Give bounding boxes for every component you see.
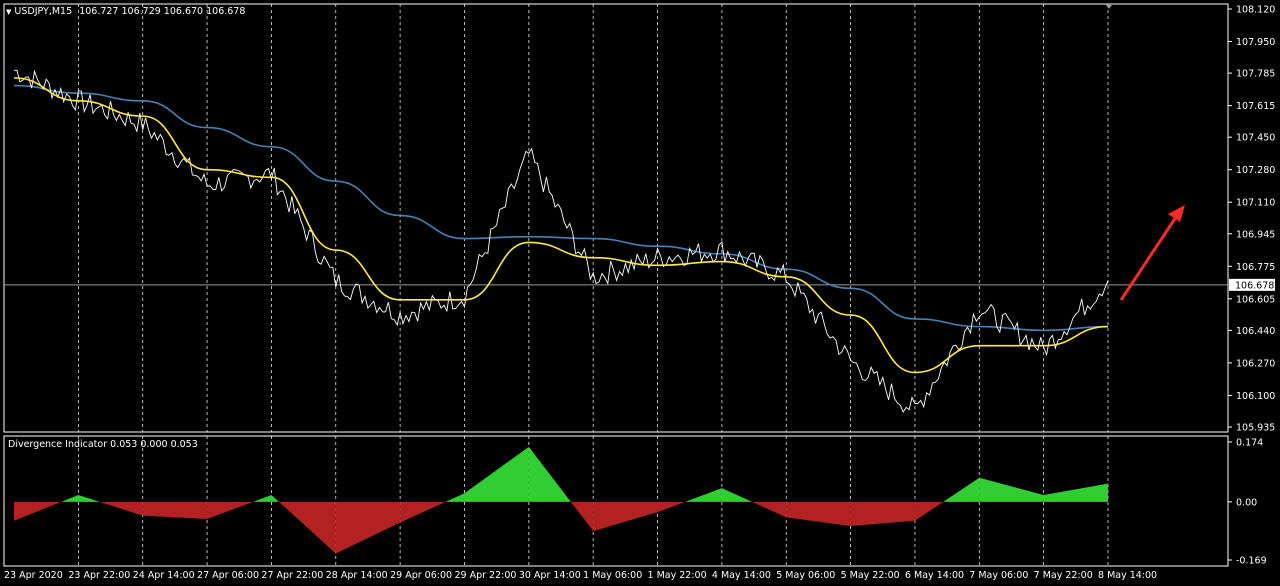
histogram-segment xyxy=(528,446,571,502)
y-tick-label: 105.935 xyxy=(1236,423,1275,434)
y-tick-label: 107.450 xyxy=(1236,133,1275,144)
y-tick-label: 107.110 xyxy=(1236,198,1275,209)
symbol-label: USDJPY,M15 xyxy=(14,6,73,17)
histogram-segment xyxy=(207,501,254,520)
indicator-y-tick-label: -0.169 xyxy=(1236,556,1267,567)
x-tick-label: 1 May 22:00 xyxy=(648,570,707,581)
indicator-header: Divergence Indicator 0.053 0.000 0.053 xyxy=(8,439,198,450)
histogram-segment xyxy=(914,501,944,521)
histogram-segment xyxy=(271,494,279,502)
x-tick-label: 23 Apr 2020 xyxy=(4,570,63,581)
slow-ma-line xyxy=(13,84,1109,332)
histogram-segment xyxy=(850,501,915,526)
histogram-segment xyxy=(752,501,787,518)
x-tick-label: 7 May 22:00 xyxy=(1034,570,1093,581)
y-tick-label: 107.615 xyxy=(1236,101,1275,112)
y-tick-label: 106.775 xyxy=(1236,262,1275,273)
histogram-segment xyxy=(943,477,980,502)
histogram-segment xyxy=(253,494,272,502)
histogram-segment xyxy=(78,494,100,502)
y-tick-label: 106.440 xyxy=(1236,326,1275,337)
y-tick-label: 106.270 xyxy=(1236,358,1275,369)
y-tick-label: 107.950 xyxy=(1236,37,1275,48)
x-tick-label: 8 May 14:00 xyxy=(1098,570,1157,581)
histogram-segment xyxy=(445,493,465,502)
x-tick-label: 23 Apr 22:00 xyxy=(68,570,130,581)
ohlc-values: 106.727 106.729 106.670 106.678 xyxy=(79,6,246,17)
x-tick-label: 29 Apr 06:00 xyxy=(390,570,452,581)
indicator-title: Divergence Indicator 0.053 0.000 0.053 xyxy=(8,439,198,450)
y-tick-label: 108.120 xyxy=(1236,5,1275,16)
histogram-segment xyxy=(657,501,686,513)
x-tick-label: 27 Apr 06:00 xyxy=(197,570,259,581)
y-tick-label: 106.945 xyxy=(1236,229,1275,240)
x-tick-label: 7 May 06:00 xyxy=(969,570,1028,581)
histogram-segment xyxy=(335,501,401,554)
y-tick-label: 107.280 xyxy=(1236,165,1275,176)
indicator-y-tick-label: 0.174 xyxy=(1236,438,1263,449)
collapse-triangle-icon[interactable]: ▼ xyxy=(6,8,11,16)
chart-root: 23 Apr 2020 23 Apr 22:00 24 Apr 14:00 27 Ap… xyxy=(3,3,1275,581)
histogram-segment xyxy=(278,501,336,554)
trend-arrow-shaft xyxy=(1119,213,1180,301)
histogram-segment xyxy=(14,501,62,521)
x-tick-label: 5 May 06:00 xyxy=(776,570,835,581)
x-tick-label: 28 Apr 14:00 xyxy=(326,570,388,581)
x-tick-label: 5 May 22:00 xyxy=(841,570,900,581)
symbol-header: ▼ USDJPY,M15 106.727 106.729 106.670 106… xyxy=(6,6,245,17)
histogram-segment xyxy=(593,501,658,532)
histogram-segment xyxy=(99,501,143,516)
histogram-segment xyxy=(721,488,753,502)
x-tick-label: 30 Apr 14:00 xyxy=(519,570,581,581)
histogram-segment xyxy=(685,488,722,502)
x-tick-label: 6 May 14:00 xyxy=(905,570,964,581)
histogram-segment xyxy=(570,501,594,532)
histogram-segment xyxy=(61,494,79,502)
shift-marker-icon xyxy=(1106,5,1112,9)
fast-ma-line xyxy=(13,77,1109,374)
main-frame xyxy=(3,3,1229,433)
histogram-segment xyxy=(142,501,208,520)
x-tick-label: 24 Apr 14:00 xyxy=(133,570,195,581)
histogram-segment xyxy=(464,446,529,502)
histogram-segment xyxy=(786,501,851,526)
x-tick-label: 27 Apr 22:00 xyxy=(261,570,323,581)
y-tick-label: 106.605 xyxy=(1236,294,1275,305)
histogram-segment xyxy=(400,501,446,523)
x-tick-label: 29 Apr 22:00 xyxy=(454,570,516,581)
x-tick-label: 4 May 14:00 xyxy=(712,570,771,581)
y-tick-label: 106.100 xyxy=(1236,391,1275,402)
y-tick-label: 107.785 xyxy=(1236,69,1275,80)
current-price-label: 106.678 xyxy=(1235,280,1274,291)
indicator-y-tick-label: 0.00 xyxy=(1236,497,1257,508)
histogram-segment xyxy=(979,477,1044,502)
trend-arrow-head xyxy=(1168,205,1185,222)
histogram-segment xyxy=(1043,483,1108,502)
x-tick-label: 1 May 06:00 xyxy=(583,570,642,581)
